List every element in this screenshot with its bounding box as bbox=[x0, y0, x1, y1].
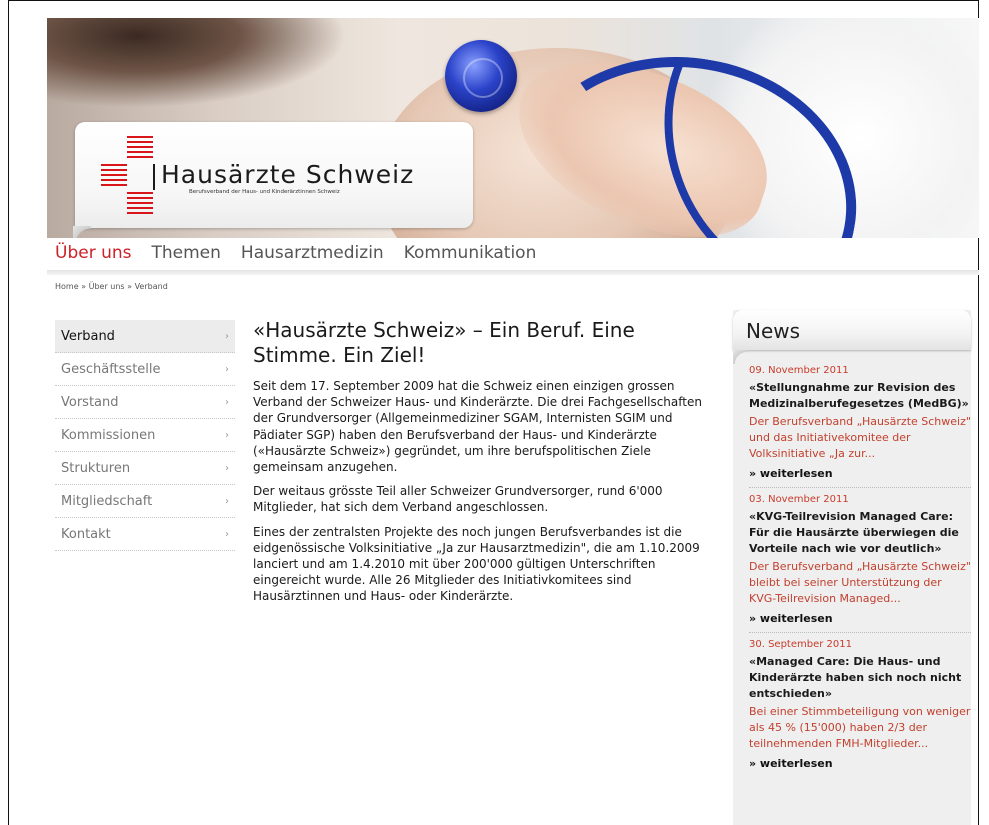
main-nav-themen[interactable]: Themen bbox=[152, 243, 221, 269]
news-item: 30. September 2011 «Managed Care: Die Ha… bbox=[749, 638, 971, 777]
main-navigation: Über uns Themen Hausarztmedizin Kommunik… bbox=[55, 243, 556, 269]
sidebar-item-label: Kommissionen bbox=[61, 427, 156, 443]
news-teaser: Der Berufsverband „Hausärzte Schweiz" un… bbox=[749, 415, 971, 460]
news-title[interactable]: «Managed Care: Die Haus- und Kinderärzte… bbox=[749, 654, 971, 702]
breadcrumb[interactable]: Home » Über uns » Verband bbox=[55, 282, 168, 291]
sidebar-navigation: Verband › Geschäftsstelle › Vorstand › K… bbox=[55, 320, 235, 551]
news-item: 03. November 2011 «KVG-Teilrevision Mana… bbox=[749, 493, 971, 633]
content-paragraph: Eines der zentralsten Projekte des noch … bbox=[253, 524, 700, 604]
sidebar-item-label: Verband bbox=[61, 328, 115, 344]
sidebar-item-label: Mitgliedschaft bbox=[61, 493, 153, 509]
news-item: 09. November 2011 «Stellungnahme zur Rev… bbox=[749, 364, 971, 488]
logo[interactable]: Hausärzte Schweiz Berufsverband der Haus… bbox=[73, 122, 473, 238]
chevron-right-icon: › bbox=[225, 495, 229, 507]
sidebar-item-kontakt[interactable]: Kontakt › bbox=[55, 518, 235, 551]
sidebar-item-label: Vorstand bbox=[61, 394, 119, 410]
news-header-curl bbox=[733, 350, 747, 364]
chevron-right-icon: › bbox=[225, 363, 229, 375]
chevron-right-icon: › bbox=[225, 429, 229, 441]
read-more-link[interactable]: » weiterlesen bbox=[749, 466, 971, 482]
chevron-right-icon: › bbox=[225, 330, 229, 342]
news-header: News bbox=[733, 310, 971, 350]
sidebar-item-geschaeftsstelle[interactable]: Geschäftsstelle › bbox=[55, 353, 235, 386]
swiss-cross-logo-icon bbox=[101, 136, 157, 220]
main-nav-kommunikation[interactable]: Kommunikation bbox=[404, 243, 537, 269]
sidebar-item-mitgliedschaft[interactable]: Mitgliedschaft › bbox=[55, 485, 235, 518]
chevron-right-icon: › bbox=[225, 528, 229, 540]
chevron-right-icon: › bbox=[225, 396, 229, 408]
main-nav-divider bbox=[47, 270, 979, 275]
news-title[interactable]: «KVG-Teilrevision Managed Care: Für die … bbox=[749, 509, 971, 557]
logo-title: Hausärzte Schweiz bbox=[161, 160, 415, 189]
news-panel: News 09. November 2011 «Stellungnahme zu… bbox=[733, 310, 971, 825]
news-date: 09. November 2011 bbox=[749, 365, 849, 376]
sidebar-item-label: Geschäftsstelle bbox=[61, 361, 161, 377]
sidebar-item-label: Strukturen bbox=[61, 460, 131, 476]
main-nav-hausarztmedizin[interactable]: Hausarztmedizin bbox=[241, 243, 384, 269]
content-paragraph: Seit dem 17. September 2009 hat die Schw… bbox=[253, 379, 702, 475]
banner-photo-hair bbox=[47, 18, 347, 108]
read-more-link[interactable]: » weiterlesen bbox=[749, 611, 971, 627]
news-teaser: Der Berufsverband „Hausärzte Schweiz" bl… bbox=[749, 560, 971, 605]
content-paragraph: Der weitaus grösste Teil aller Schweizer… bbox=[253, 484, 663, 515]
news-teaser: Bei einer Stimmbeteiligung von weniger a… bbox=[749, 705, 971, 750]
sidebar-item-vorstand[interactable]: Vorstand › bbox=[55, 386, 235, 419]
page-title: «Hausärzte Schweiz» – Ein Beruf. Eine St… bbox=[253, 318, 635, 367]
sidebar-item-kommissionen[interactable]: Kommissionen › bbox=[55, 419, 235, 452]
news-date: 03. November 2011 bbox=[749, 494, 849, 505]
chevron-right-icon: › bbox=[225, 462, 229, 474]
news-list: 09. November 2011 «Stellungnahme zur Rev… bbox=[749, 364, 971, 782]
stethoscope-icon bbox=[445, 40, 517, 112]
read-more-link[interactable]: » weiterlesen bbox=[749, 756, 971, 772]
main-content: «Hausärzte Schweiz» – Ein Beruf. Eine St… bbox=[253, 318, 713, 613]
header-banner: Hausärzte Schweiz Berufsverband der Haus… bbox=[47, 18, 979, 238]
main-nav-ueber-uns[interactable]: Über uns bbox=[55, 243, 132, 269]
sidebar-item-verband[interactable]: Verband › bbox=[55, 320, 235, 353]
news-title[interactable]: «Stellungnahme zur Revision des Medizina… bbox=[749, 380, 971, 412]
sidebar-item-label: Kontakt bbox=[61, 526, 111, 542]
logo-subtitle: Berufsverband der Haus- und Kinderärztin… bbox=[189, 189, 340, 195]
news-date: 30. September 2011 bbox=[749, 639, 852, 650]
sidebar-item-strukturen[interactable]: Strukturen › bbox=[55, 452, 235, 485]
news-heading: News bbox=[746, 319, 801, 343]
